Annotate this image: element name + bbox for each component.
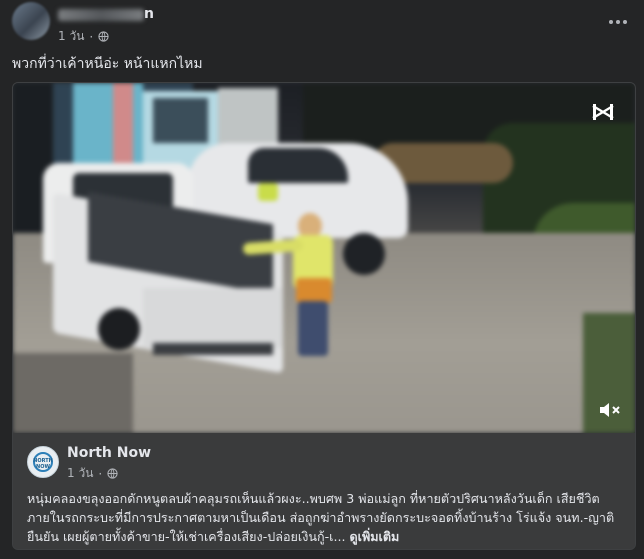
volume-muted-icon[interactable] (599, 401, 621, 419)
author-avatar[interactable] (12, 2, 50, 40)
post-header: n 1 วัน · (0, 0, 644, 48)
shared-post-preview[interactable]: NORTH NOW North Now 1 วัน · หนุ่มคลองขลุ… (13, 433, 635, 549)
page-name[interactable]: North Now (67, 445, 151, 461)
more-options-icon[interactable] (604, 10, 632, 34)
shared-post-body: หนุ่มคลองขลุงออกดักหนูตลบผ้าคลุมรถเห็นแล… (27, 491, 615, 544)
video-player[interactable] (13, 83, 635, 433)
capcut-icon (592, 104, 614, 120)
post-caption: พวกที่ว่าเค้าหนีอ่ะ หน้าแหกไหม (12, 56, 203, 72)
facebook-post: n 1 วัน · พวกที่ว่าเค้าหนีอ่ะ หน้าแหกไหม (0, 0, 644, 559)
globe-icon (107, 468, 118, 479)
author-name-visible: n (144, 6, 154, 22)
shared-post-meta: 1 วัน · (67, 464, 118, 483)
shared-post-time[interactable]: 1 วัน (67, 464, 93, 483)
shared-post-text: หนุ่มคลองขลุงออกดักหนูตลบผ้าคลุมรถเห็นแล… (27, 489, 627, 546)
page-avatar[interactable]: NORTH NOW (27, 446, 59, 478)
author-name[interactable]: n (58, 6, 168, 24)
page-avatar-logo: NORTH NOW (33, 458, 53, 470)
see-more-link[interactable]: ดูเพิ่มเติม (349, 529, 399, 544)
globe-icon (98, 31, 109, 42)
shared-post-card[interactable]: NORTH NOW North Now 1 วัน · หนุ่มคลองขลุ… (12, 82, 636, 550)
post-time[interactable]: 1 วัน (58, 27, 84, 46)
video-frame (13, 83, 635, 433)
post-meta: 1 วัน · (58, 27, 109, 46)
author-name-blurred (58, 9, 144, 21)
